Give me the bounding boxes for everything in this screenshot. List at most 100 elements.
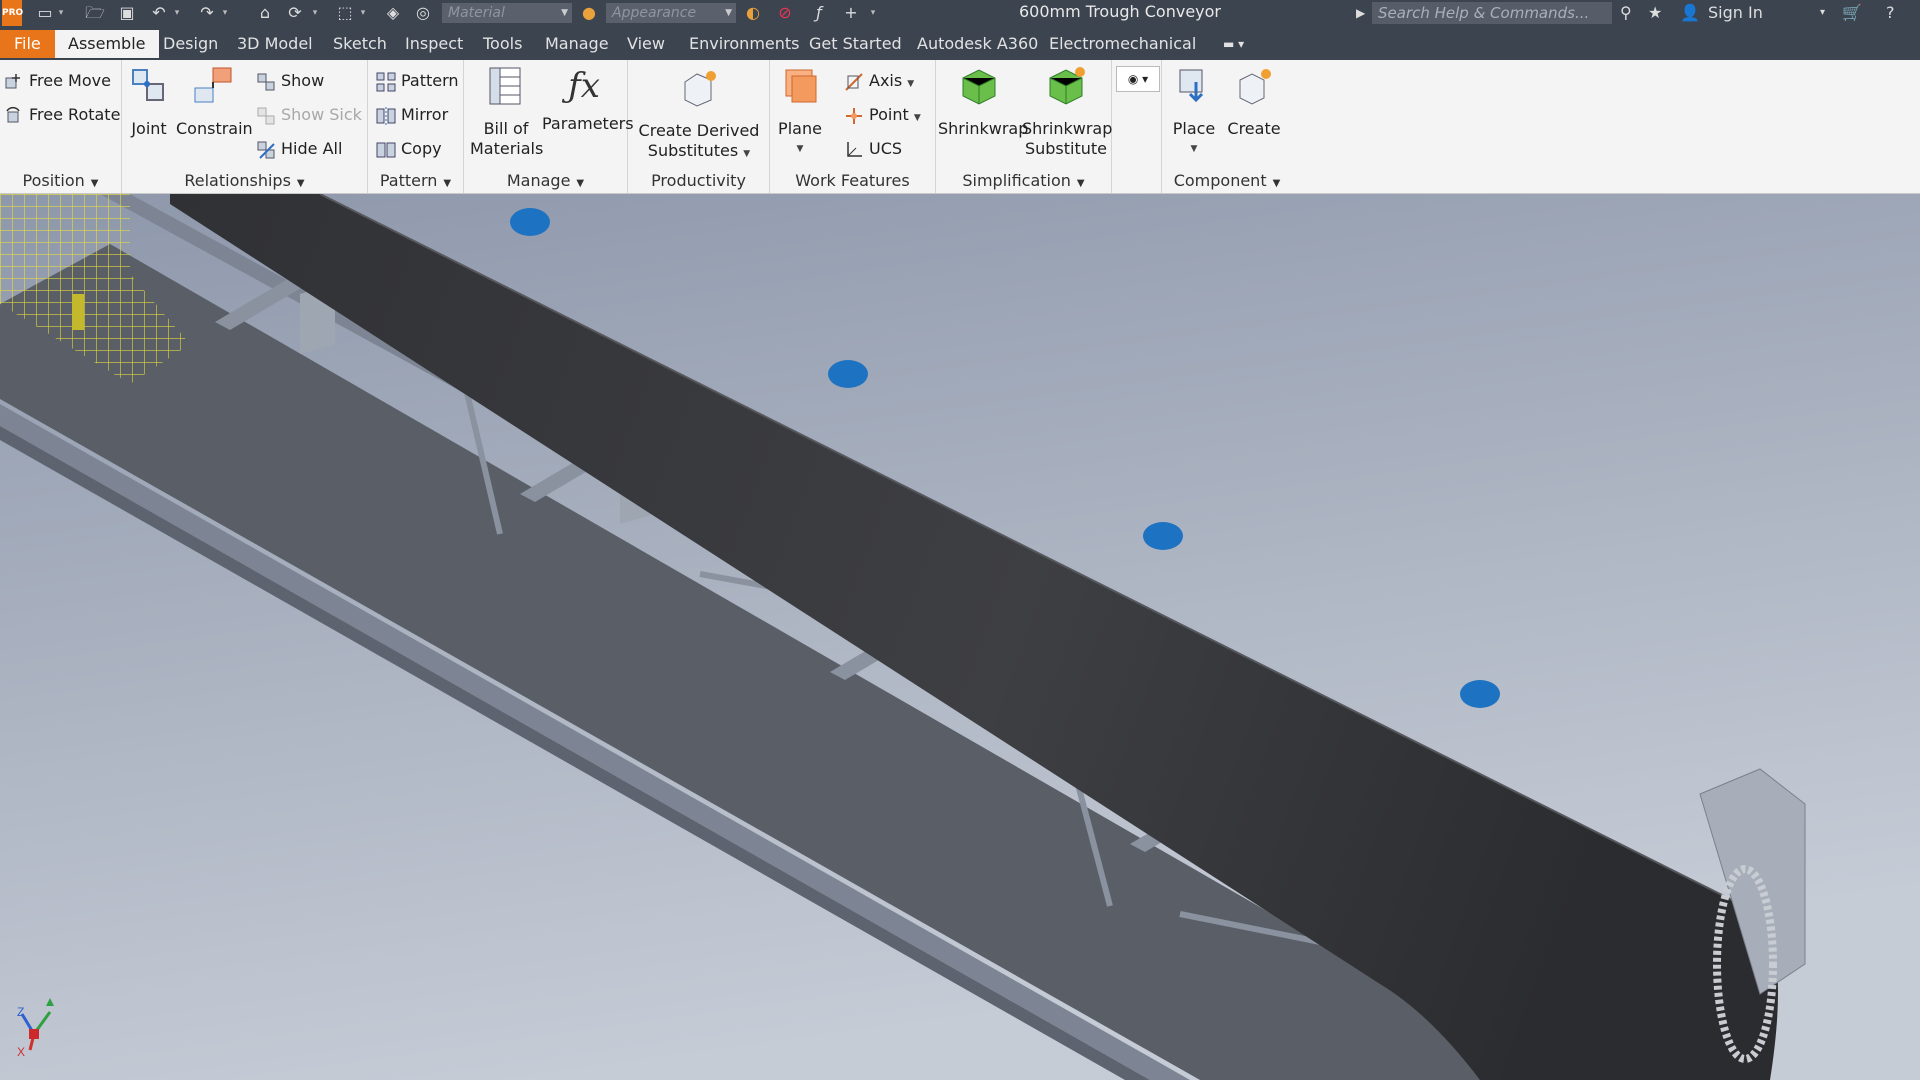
tab-get-started[interactable]: Get Started (796, 30, 915, 58)
create-component-button[interactable]: Create (1224, 64, 1284, 139)
tab-file[interactable]: File (0, 30, 55, 58)
plane-icon (785, 69, 817, 103)
search-binoculars-icon[interactable]: ⚲ (1620, 3, 1632, 23)
shrinkwrap-button[interactable]: Shrinkwrap (938, 64, 1028, 139)
guard-post (72, 294, 84, 330)
conveyor-model[interactable]: Z X (0, 194, 1920, 1080)
filter-dropdown[interactable]: ◉ ▾ (1116, 66, 1160, 92)
plane-button[interactable]: Plane ▼ (774, 64, 826, 159)
sign-in-link[interactable]: Sign In (1708, 3, 1763, 23)
show-button[interactable]: Show (256, 68, 324, 94)
panel-label-component[interactable]: Component ▼ (1162, 171, 1292, 190)
panel-label-manage[interactable]: Manage ▼ (464, 171, 627, 190)
copy-button[interactable]: Copy (376, 136, 442, 162)
parameters-fx-icon: ƒx (568, 66, 600, 106)
constrain-icon (194, 67, 232, 103)
tab-assemble[interactable]: Assemble (55, 30, 159, 58)
constrain-button[interactable]: Constrain (176, 64, 253, 139)
tab-tools[interactable]: Tools (470, 30, 535, 58)
select-dropdown-icon[interactable]: ▾ (358, 3, 368, 23)
panel-component: Place ▼ Create Component ▼ (1162, 60, 1292, 193)
cart-icon[interactable]: 🛒 (1842, 3, 1862, 23)
panel-pattern: Pattern Mirror Copy Pattern ▼ (368, 60, 464, 193)
bom-label-line2: Materials (470, 139, 544, 158)
pattern-icon (376, 72, 396, 91)
ucs-label: UCS (869, 139, 903, 158)
clear-appearance-icon[interactable]: ⊘ (774, 3, 796, 23)
show-sick-button[interactable]: Show Sick (256, 102, 362, 128)
ucs-button[interactable]: UCS (844, 136, 902, 162)
redo-dropdown-icon[interactable]: ▾ (220, 3, 230, 23)
appearance-dropdown[interactable]: Appearance ▼ (606, 3, 736, 23)
graphics-viewport[interactable]: Z X (0, 194, 1920, 1080)
joint-button[interactable]: Joint (126, 64, 172, 139)
save-icon[interactable]: ▣ (116, 3, 138, 23)
home-icon[interactable]: ⌂ (254, 3, 276, 23)
appearance-ball-icon[interactable]: ● (578, 3, 600, 23)
hide-all-button[interactable]: Hide All (256, 136, 342, 162)
pattern-label: Pattern (401, 71, 459, 90)
panel-label-pattern[interactable]: Pattern ▼ (368, 171, 463, 190)
panel-label-simplification[interactable]: Simplification ▼ (936, 171, 1111, 190)
point-icon (846, 107, 862, 124)
undo-dropdown-icon[interactable]: ▾ (172, 3, 182, 23)
tab-view[interactable]: View (614, 30, 678, 58)
material-dropdown[interactable]: Material ▼ (442, 3, 572, 23)
tab-environments[interactable]: Environments (676, 30, 813, 58)
help-icon[interactable]: ? (1886, 3, 1895, 23)
tab-sketch[interactable]: Sketch (320, 30, 400, 58)
copy-label: Copy (401, 139, 442, 158)
panel-extra: ◉ ▾ (1112, 60, 1162, 193)
tab-design[interactable]: Design (150, 30, 231, 58)
add-icon[interactable]: + (840, 3, 862, 23)
panel-label-relationships[interactable]: Relationships ▼ (122, 171, 367, 190)
app-logo[interactable]: PRO (2, 0, 23, 26)
shrinkwrap-substitute-button[interactable]: Shrinkwrap Substitute (1022, 64, 1112, 159)
globe-icon[interactable]: ◎ (412, 3, 434, 23)
free-move-icon (5, 73, 20, 88)
chevron-down-icon: ▼ (725, 8, 732, 18)
show-label: Show (281, 71, 325, 90)
triad-label-z: Z (17, 1005, 24, 1019)
select-icon[interactable]: ⬚ (334, 3, 356, 23)
ribbon-display-toggle-icon[interactable]: ▬ ▾ (1210, 30, 1257, 58)
undo-icon[interactable]: ↶ (148, 3, 170, 23)
tab-manage[interactable]: Manage (532, 30, 622, 58)
mirror-button[interactable]: Mirror (376, 102, 448, 128)
redo-icon[interactable]: ↷ (196, 3, 218, 23)
tab-autodesk-a360[interactable]: Autodesk A360 (904, 30, 1051, 58)
new-dropdown-icon[interactable]: ▾ (56, 3, 66, 23)
free-move-button[interactable]: Free Move (4, 68, 111, 94)
customize-dropdown-icon[interactable]: ▾ (868, 3, 878, 23)
expand-arrow-icon[interactable]: ▶ (1356, 3, 1365, 23)
measure-icon[interactable]: ◈ (382, 3, 404, 23)
favorites-star-icon[interactable]: ★ (1648, 3, 1662, 23)
panel-position: Free Move Free Rotate Position ▼ (0, 60, 122, 193)
new-file-icon[interactable]: ▭ (34, 3, 56, 23)
ribbon-tabs: File Assemble Design 3D Model Sketch Ins… (0, 26, 1920, 60)
open-folder-icon[interactable]: 🗁 (84, 3, 106, 23)
parameters-fx-icon[interactable]: ƒ (808, 3, 830, 23)
pattern-button[interactable]: Pattern (376, 68, 459, 94)
place-button[interactable]: Place ▼ (1166, 64, 1222, 159)
tab-3d-model[interactable]: 3D Model (224, 30, 326, 58)
chevron-down-icon: ▼ (907, 79, 915, 89)
search-input[interactable]: Search Help & Commands... (1372, 2, 1612, 24)
sign-in-dropdown-icon[interactable]: ▾ (1820, 3, 1825, 23)
user-icon: 👤 (1680, 3, 1700, 22)
point-button[interactable]: Point ▼ (844, 102, 921, 128)
pattern-panel-label: Pattern (379, 171, 438, 190)
create-derived-substitutes-button[interactable]: Create Derived Substitutes ▼ (632, 66, 766, 164)
adjust-appearance-icon[interactable]: ◐ (742, 3, 764, 23)
mirror-icon (376, 106, 396, 125)
parameters-button[interactable]: ƒx Parameters (542, 64, 634, 134)
update-dropdown-icon[interactable]: ▾ (310, 3, 320, 23)
tab-electromechanical[interactable]: Electromechanical (1036, 30, 1209, 58)
update-icon[interactable]: ⟳ (284, 3, 306, 23)
free-rotate-button[interactable]: Free Rotate (4, 102, 120, 128)
bill-of-materials-button[interactable]: Bill of Materials (470, 64, 544, 159)
panel-label-position[interactable]: Position ▼ (0, 171, 121, 190)
tab-inspect[interactable]: Inspect (392, 30, 476, 58)
axis-button[interactable]: Axis ▼ (844, 68, 914, 94)
panel-work-features: Plane ▼ Axis ▼ Point ▼ UCS Work Features (770, 60, 936, 193)
